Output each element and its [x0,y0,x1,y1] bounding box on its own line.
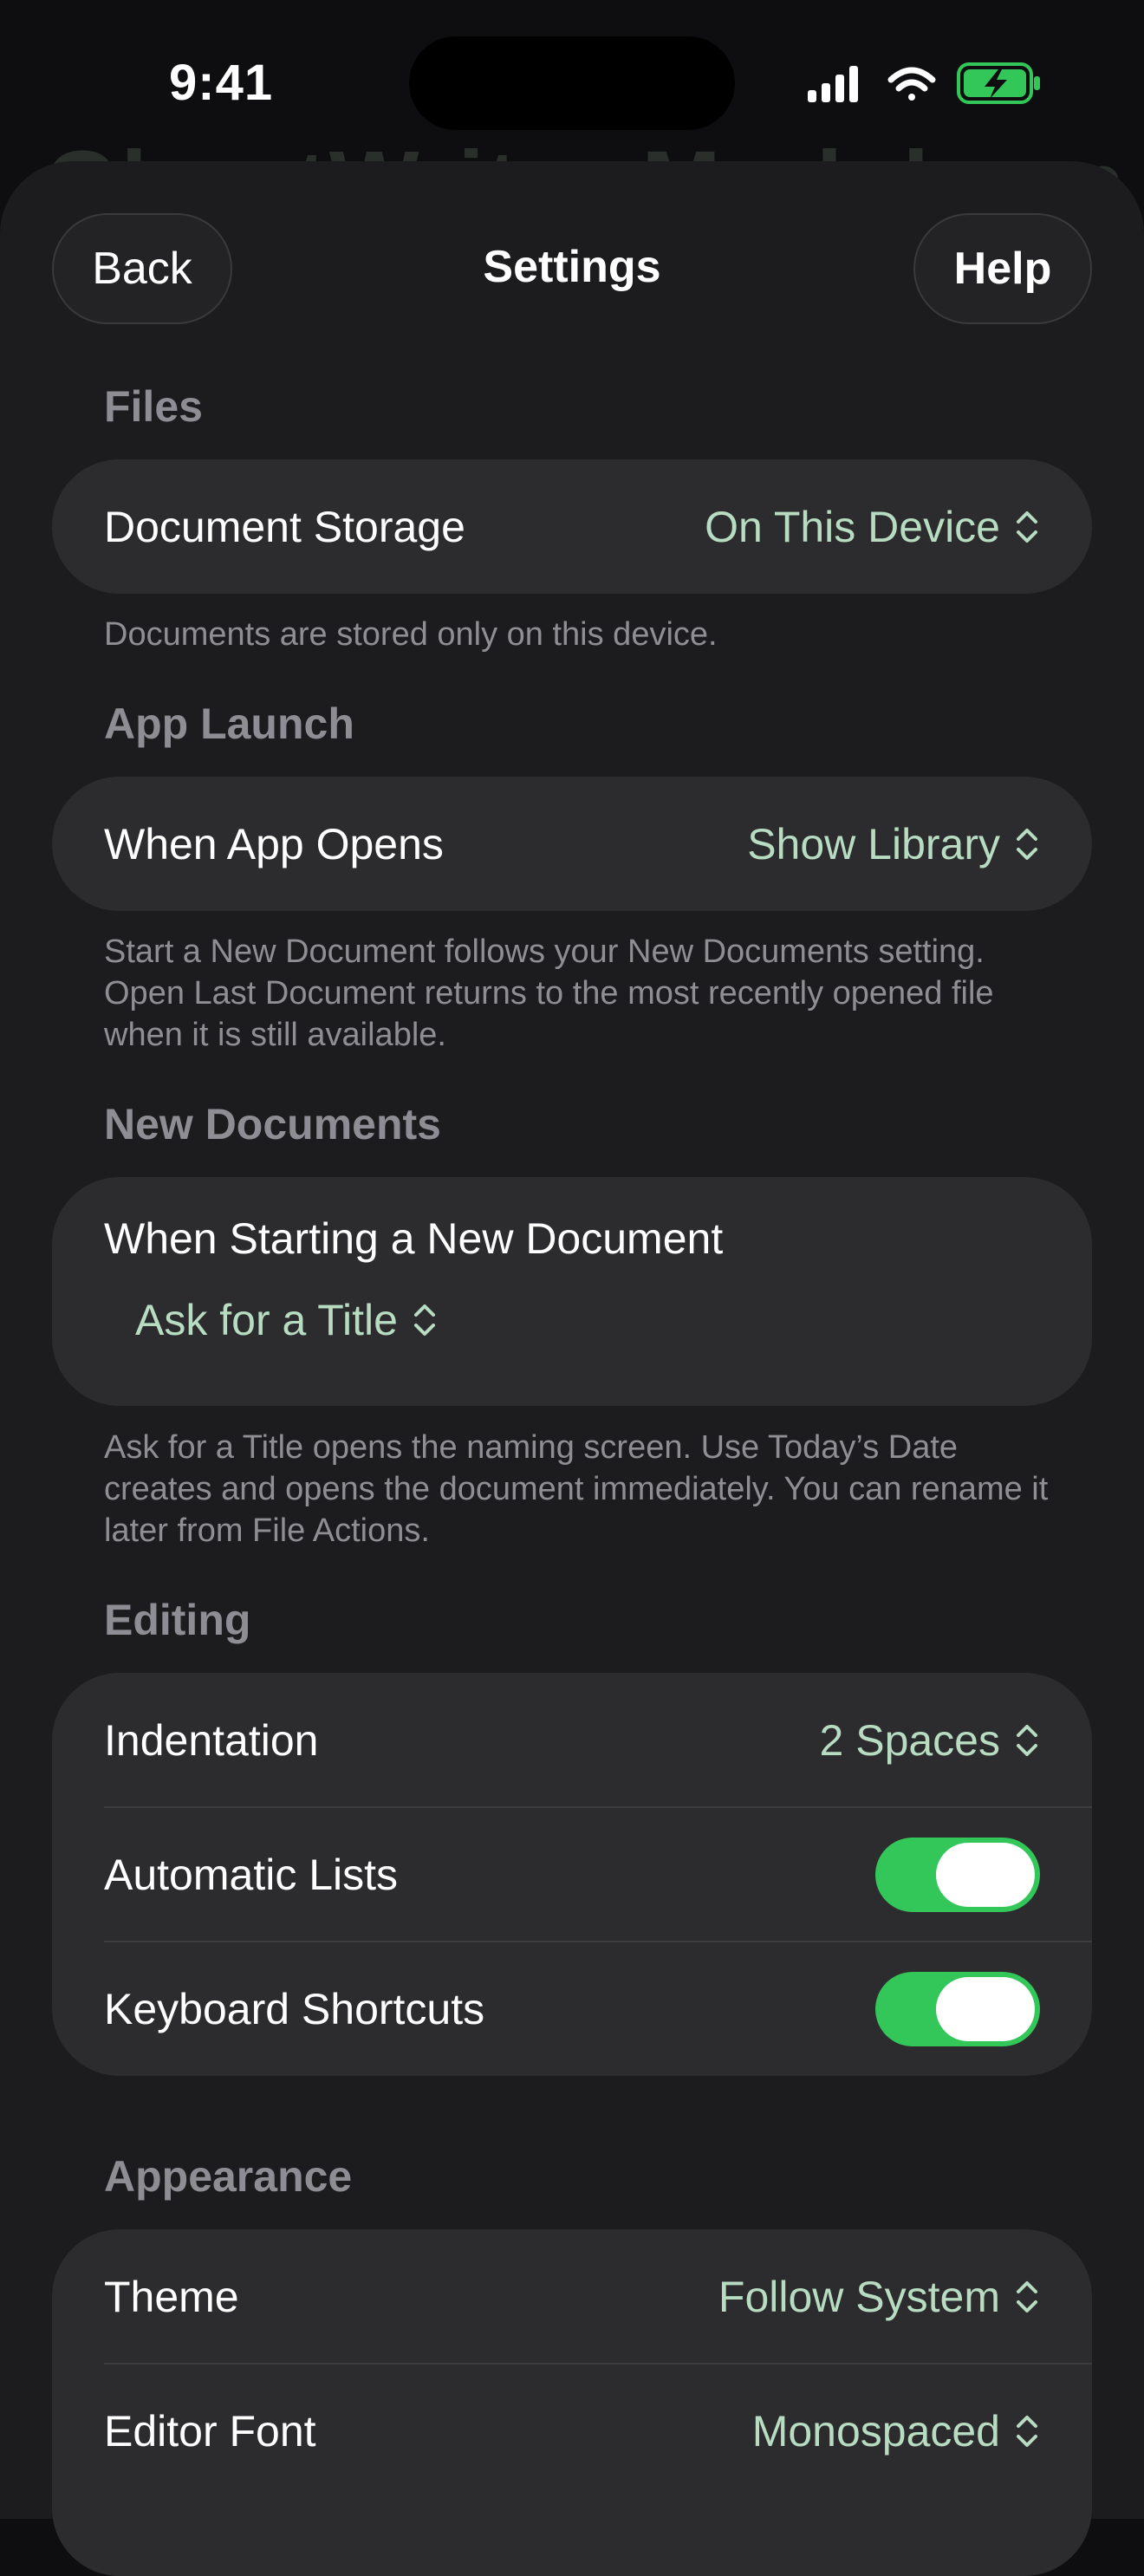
cellular-signal-icon [808,66,858,102]
chevron-up-down-icon [1017,511,1037,543]
when-app-opens-row[interactable]: When App Opens Show Library [52,777,1092,911]
theme-row[interactable]: Theme Follow System [52,2229,1092,2364]
editor-font-value: Monospaced [751,2406,1000,2456]
keyboard-shortcuts-row: Keyboard Shortcuts [52,1942,1092,2076]
new-documents-card: When Starting a New Document Ask for a T… [52,1177,1092,1406]
automatic-lists-row: Automatic Lists [52,1807,1092,1942]
status-icons [808,62,1040,104]
files-footnote: Documents are stored only on this device… [104,616,718,653]
theme-value: Follow System [718,2272,1000,2321]
indentation-value: 2 Spaces [819,1715,1000,1765]
document-storage-label: Document Storage [104,502,465,551]
chevron-up-down-icon [413,1304,435,1336]
section-header-new-documents: New Documents [104,1100,441,1148]
wifi-icon [887,67,936,101]
appearance-card: Theme Follow System Editor Font Monospac… [52,2229,1092,2576]
document-storage-value: On This Device [705,502,1000,551]
document-storage-row[interactable]: Document Storage On This Device [52,459,1092,594]
chevron-up-down-icon [1017,2415,1037,2447]
editing-card: Indentation 2 Spaces Automatic Lists Key… [52,1673,1092,2076]
editor-font-label: Editor Font [104,2406,316,2456]
battery-icon [957,62,1040,104]
toggle-knob [936,1842,1035,1907]
new-document-label: When Starting a New Document [104,1214,724,1263]
app-launch-footnote: Start a New Document follows your New Do… [104,933,994,1053]
when-app-opens-value: Show Library [747,819,1000,868]
automatic-lists-toggle[interactable] [875,1837,1040,1912]
section-header-appearance: Appearance [104,2152,353,2201]
chevron-up-down-icon [1017,1724,1037,1756]
new-document-value: Ask for a Title [135,1296,398,1344]
when-app-opens-label: When App Opens [104,819,444,868]
new-document-picker[interactable]: Ask for a Title [135,1295,438,1345]
chevron-up-down-icon [1017,828,1037,860]
editor-font-picker[interactable]: Monospaced [752,2406,1040,2456]
section-header-app-launch: App Launch [104,699,354,748]
section-header-editing: Editing [104,1596,251,1644]
when-app-opens-picker[interactable]: Show Library [747,819,1040,869]
theme-picker[interactable]: Follow System [718,2272,1040,2322]
indentation-picker[interactable]: 2 Spaces [820,1715,1040,1766]
chevron-up-down-icon [1017,2280,1037,2313]
dynamic-island [409,36,735,130]
indentation-row[interactable]: Indentation 2 Spaces [52,1673,1092,1807]
document-storage-picker[interactable]: On This Device [705,502,1040,552]
help-button[interactable]: Help [913,213,1092,324]
app-launch-card: When App Opens Show Library [52,777,1092,911]
indentation-label: Indentation [104,1715,319,1765]
files-card: Document Storage On This Device [52,459,1092,594]
keyboard-shortcuts-label: Keyboard Shortcuts [104,1984,485,2033]
theme-label: Theme [104,2272,239,2321]
status-time: 9:41 [169,55,274,111]
new-documents-footnote: Ask for a Title opens the naming screen.… [104,1429,1049,1549]
automatic-lists-label: Automatic Lists [104,1850,399,1899]
toggle-knob [936,1976,1035,2041]
editor-font-row[interactable]: Editor Font Monospaced [52,2364,1092,2498]
keyboard-shortcuts-toggle[interactable] [875,1971,1040,2046]
section-header-files: Files [104,382,203,431]
